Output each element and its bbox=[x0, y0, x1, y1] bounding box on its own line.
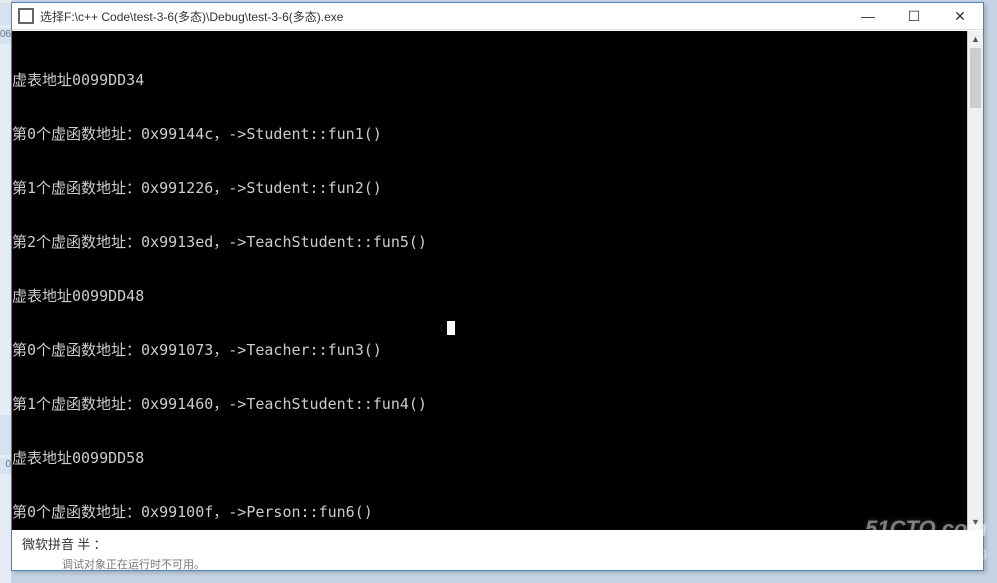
console-line: 虚表地址0099DD48 bbox=[12, 287, 968, 305]
background-left-edge bbox=[0, 0, 11, 583]
watermark-site: 51CTO.com bbox=[865, 516, 987, 541]
titlebar[interactable]: 选择F:\c++ Code\test-3-6(多态)\Debug\test-3-… bbox=[12, 3, 983, 30]
text-cursor bbox=[447, 321, 455, 335]
status-strip: 调试对象正在运行时不可用。 bbox=[12, 556, 983, 570]
console-line: 第2个虚函数地址：0x9913ed，->TeachStudent::fun5() bbox=[12, 233, 968, 251]
console-line: 第1个虚函数地址：0x991460，->TeachStudent::fun4() bbox=[12, 395, 968, 413]
console-window: 选择F:\c++ Code\test-3-6(多态)\Debug\test-3-… bbox=[11, 2, 984, 571]
close-button[interactable]: ✕ bbox=[937, 3, 983, 29]
window-controls: — ☐ ✕ bbox=[845, 3, 983, 29]
console-line: 虚表地址0099DD34 bbox=[12, 71, 968, 89]
status-text: 调试对象正在运行时不可用。 bbox=[62, 559, 205, 570]
console-line: 第0个虚函数地址：0x99144c，->Student::fun1() bbox=[12, 125, 968, 143]
watermark-sub: 技术博客 Blog bbox=[865, 541, 987, 565]
maximize-button[interactable]: ☐ bbox=[891, 3, 937, 29]
console-line: 第1个虚函数地址：0x991226，->Student::fun2() bbox=[12, 179, 968, 197]
app-icon bbox=[18, 8, 34, 24]
watermark: 51CTO.com 技术博客 Blog bbox=[865, 517, 987, 565]
console-line: 第0个虚函数地址：0x99100f，->Person::fun6() bbox=[12, 503, 968, 521]
ime-text: 微软拼音 半 ： bbox=[22, 534, 107, 553]
ime-status-bar: 微软拼音 半 ： bbox=[12, 530, 968, 556]
minimize-button[interactable]: — bbox=[845, 3, 891, 29]
scrollbar-thumb[interactable] bbox=[970, 48, 981, 108]
console-output[interactable]: 虚表地址0099DD34 第0个虚函数地址：0x99144c，->Student… bbox=[12, 31, 968, 530]
scroll-up-icon[interactable]: ▲ bbox=[968, 31, 983, 47]
console-line: 第0个虚函数地址：0x991073，->Teacher::fun3() bbox=[12, 341, 968, 359]
window-title: 选择F:\c++ Code\test-3-6(多态)\Debug\test-3-… bbox=[40, 8, 845, 25]
console-line: 虚表地址0099DD58 bbox=[12, 449, 968, 467]
vertical-scrollbar[interactable]: ▲ ▼ bbox=[967, 31, 983, 530]
